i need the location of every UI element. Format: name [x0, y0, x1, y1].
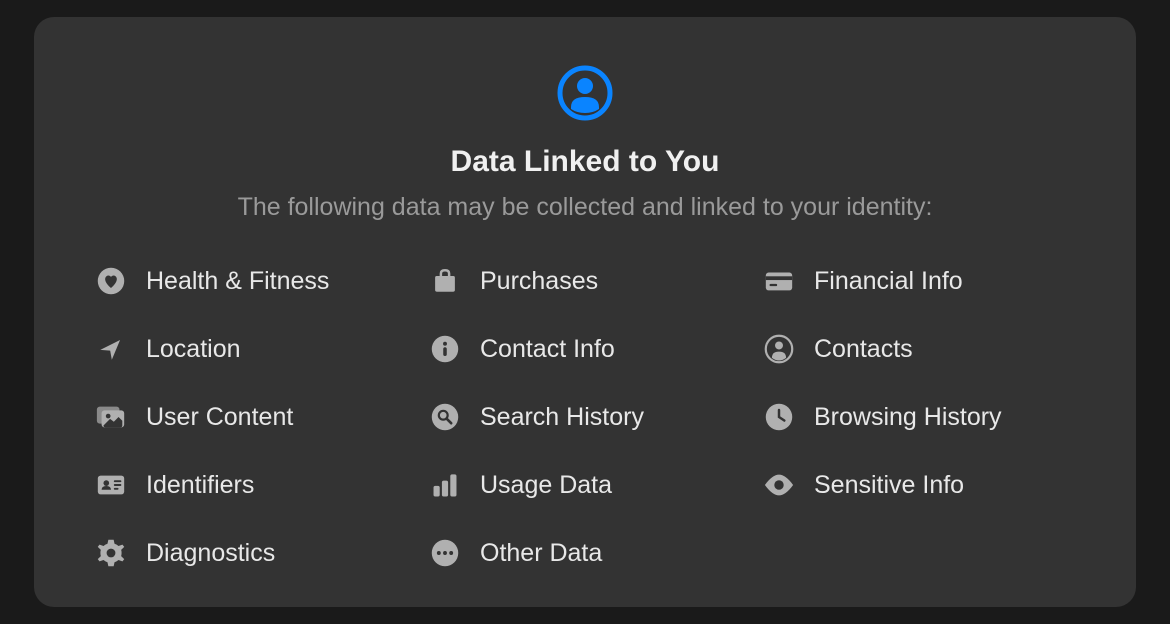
card-subtitle: The following data may be collected and … — [238, 193, 933, 222]
item-label: Browsing History — [814, 403, 1002, 432]
data-type-grid: Health & Fitness Purchases Financial Inf… — [94, 264, 1076, 570]
creditcard-icon — [762, 264, 796, 298]
item-label: Diagnostics — [146, 539, 275, 568]
heart-circle-icon — [94, 264, 128, 298]
item-label: Identifiers — [146, 471, 254, 500]
item-search-history: Search History — [428, 400, 742, 434]
item-label: Usage Data — [480, 471, 612, 500]
item-label: Location — [146, 335, 241, 364]
info-circle-icon — [428, 332, 462, 366]
location-arrow-icon — [94, 332, 128, 366]
item-label: Search History — [480, 403, 644, 432]
item-user-content: User Content — [94, 400, 408, 434]
item-label: Contacts — [814, 335, 913, 364]
item-other-data: Other Data — [428, 536, 742, 570]
privacy-card: Data Linked to You The following data ma… — [34, 17, 1136, 607]
item-purchases: Purchases — [428, 264, 742, 298]
bag-icon — [428, 264, 462, 298]
item-label: Other Data — [480, 539, 602, 568]
item-sensitive-info: Sensitive Info — [762, 468, 1076, 502]
ellipsis-circle-icon — [428, 536, 462, 570]
item-label: User Content — [146, 403, 293, 432]
item-label: Health & Fitness — [146, 267, 329, 296]
item-location: Location — [94, 332, 408, 366]
eye-icon — [762, 468, 796, 502]
item-label: Contact Info — [480, 335, 615, 364]
clock-icon — [762, 400, 796, 434]
item-financial-info: Financial Info — [762, 264, 1076, 298]
gear-icon — [94, 536, 128, 570]
item-browsing-history: Browsing History — [762, 400, 1076, 434]
item-identifiers: Identifiers — [94, 468, 408, 502]
search-circle-icon — [428, 400, 462, 434]
item-label: Purchases — [480, 267, 598, 296]
item-health-fitness: Health & Fitness — [94, 264, 408, 298]
item-usage-data: Usage Data — [428, 468, 742, 502]
bar-chart-icon — [428, 468, 462, 502]
person-circle-header-icon — [557, 65, 613, 121]
item-diagnostics: Diagnostics — [94, 536, 408, 570]
photo-stack-icon — [94, 400, 128, 434]
item-label: Financial Info — [814, 267, 963, 296]
card-title: Data Linked to You — [451, 145, 720, 179]
person-circle-icon — [762, 332, 796, 366]
item-label: Sensitive Info — [814, 471, 964, 500]
item-contacts: Contacts — [762, 332, 1076, 366]
id-card-icon — [94, 468, 128, 502]
item-contact-info: Contact Info — [428, 332, 742, 366]
